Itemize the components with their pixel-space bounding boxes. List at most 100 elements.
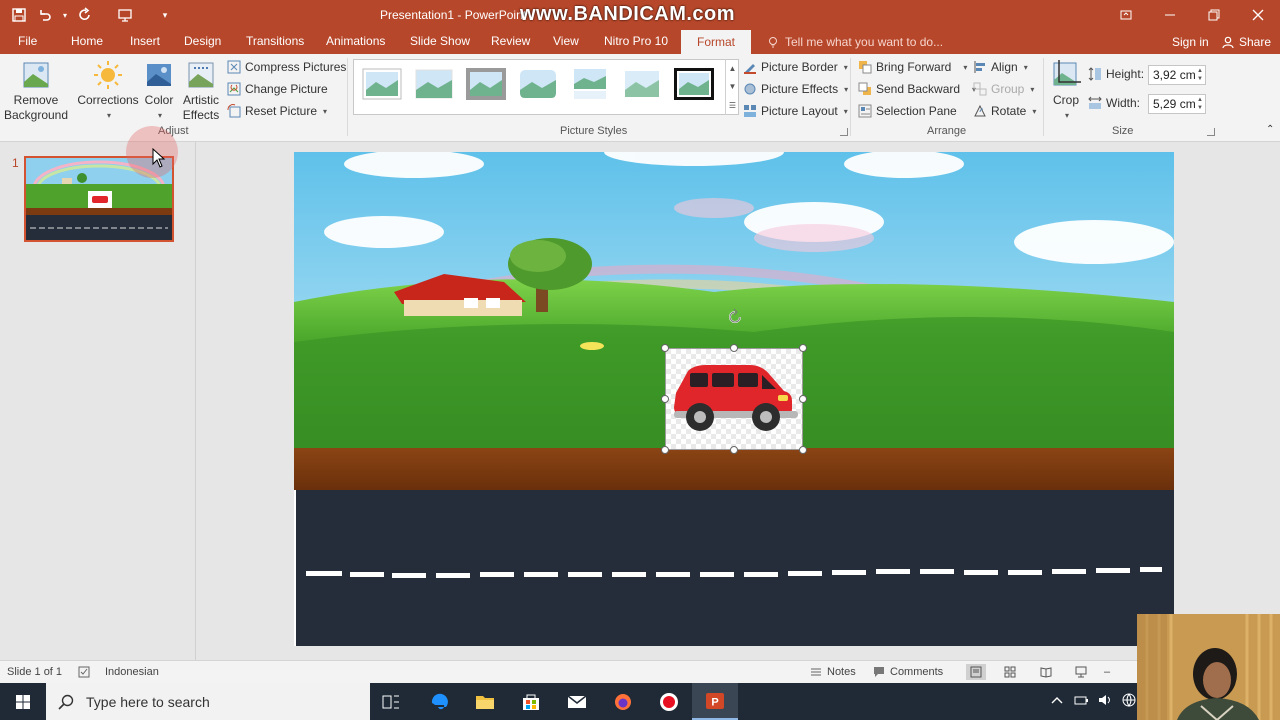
tell-me-box[interactable]: Tell me what you want to do... bbox=[767, 35, 943, 49]
picture-styles-launcher-icon[interactable] bbox=[840, 128, 848, 136]
color-button[interactable]: Color ▾ bbox=[142, 60, 176, 123]
tab-review[interactable]: Review bbox=[491, 34, 530, 48]
style-simple-frame[interactable] bbox=[362, 68, 402, 100]
corrections-button[interactable]: Corrections ▾ bbox=[77, 60, 139, 123]
normal-view-button[interactable] bbox=[966, 664, 986, 680]
tab-transitions[interactable]: Transitions bbox=[246, 34, 304, 48]
undo-icon[interactable] bbox=[34, 4, 56, 26]
compress-pictures-button[interactable]: Compress Pictures bbox=[227, 60, 346, 74]
status-bar: Slide 1 of 1 Indonesian Notes Comments – bbox=[0, 660, 1280, 683]
save-icon[interactable] bbox=[8, 4, 30, 26]
gallery-scroll[interactable]: ▲ ▼ ☰ bbox=[725, 59, 739, 115]
powerpoint-taskbar-icon[interactable]: P bbox=[692, 683, 738, 720]
redo-icon[interactable] bbox=[74, 4, 96, 26]
taskbar-search[interactable]: Type here to search bbox=[46, 683, 370, 720]
slideshow-view-button[interactable] bbox=[1075, 666, 1087, 678]
comments-label: Comments bbox=[890, 666, 944, 678]
picture-layout-caret: ▾ bbox=[843, 106, 848, 116]
align-button[interactable]: Align ▾ bbox=[973, 60, 1028, 74]
task-view-icon[interactable] bbox=[368, 683, 414, 720]
reset-caret[interactable]: ▾ bbox=[323, 107, 327, 116]
width-input[interactable]: 5,29 cm ▲ ▼ bbox=[1148, 94, 1206, 114]
language-indicator[interactable]: Indonesian bbox=[78, 666, 159, 678]
crop-button[interactable]: Crop ▾ bbox=[1049, 60, 1083, 123]
restore-icon[interactable] bbox=[1192, 0, 1236, 30]
network-globe-icon[interactable] bbox=[1122, 693, 1136, 707]
notes-button[interactable]: Notes bbox=[810, 666, 856, 678]
tab-format[interactable]: Format bbox=[681, 30, 752, 54]
resize-handle-l[interactable] bbox=[661, 395, 669, 403]
minimize-icon[interactable] bbox=[1148, 0, 1192, 30]
tab-slide-show[interactable]: Slide Show bbox=[410, 34, 470, 48]
tab-home[interactable]: Home bbox=[71, 34, 103, 48]
gallery-down-icon[interactable]: ▼ bbox=[729, 82, 737, 91]
gallery-more-icon[interactable]: ☰ bbox=[729, 101, 736, 110]
firefox-icon[interactable] bbox=[600, 683, 646, 720]
group-button[interactable]: Group ▾ bbox=[973, 82, 1034, 96]
selected-car-picture[interactable] bbox=[665, 348, 803, 450]
rotate-handle-icon[interactable] bbox=[726, 308, 744, 326]
width-spinner-icon[interactable]: ▲ ▼ bbox=[1197, 96, 1203, 112]
zoom-out-icon[interactable]: – bbox=[1104, 666, 1110, 678]
tray-chevron-icon[interactable] bbox=[1050, 693, 1064, 707]
sign-in-link[interactable]: Sign in bbox=[1172, 35, 1209, 49]
file-explorer-icon[interactable] bbox=[462, 683, 508, 720]
style-thick-matte[interactable] bbox=[466, 68, 506, 100]
reset-picture-button[interactable]: Reset Picture ▾ bbox=[227, 104, 327, 118]
resize-handle-br[interactable] bbox=[799, 446, 807, 454]
picture-layout-button[interactable]: Picture Layout ▾ bbox=[743, 104, 848, 118]
comments-button[interactable]: Comments bbox=[873, 666, 943, 678]
resize-handle-tr[interactable] bbox=[799, 344, 807, 352]
height-spinner-icon[interactable]: ▲ ▼ bbox=[1197, 67, 1203, 83]
ribbon-display-options-icon[interactable] bbox=[1104, 0, 1148, 30]
style-soft-edge[interactable] bbox=[622, 68, 662, 100]
tab-design[interactable]: Design bbox=[184, 34, 221, 48]
style-black-frame[interactable] bbox=[674, 68, 714, 100]
size-launcher-icon[interactable] bbox=[1207, 128, 1215, 136]
style-reflected[interactable] bbox=[570, 68, 610, 100]
style-rounded-edges[interactable] bbox=[518, 68, 558, 100]
edge-browser-icon[interactable] bbox=[416, 683, 462, 720]
store-icon[interactable] bbox=[508, 683, 554, 720]
remove-background-button[interactable]: Remove Background bbox=[4, 60, 68, 123]
change-picture-button[interactable]: Change Picture bbox=[227, 82, 328, 96]
tab-insert[interactable]: Insert bbox=[130, 34, 160, 48]
resize-handle-bl[interactable] bbox=[661, 446, 669, 454]
customize-qat-icon[interactable]: ▾ bbox=[154, 4, 176, 26]
undo-dropdown-icon[interactable]: ▾ bbox=[60, 4, 70, 26]
tab-view[interactable]: View bbox=[553, 34, 579, 48]
bandicam-record-icon[interactable] bbox=[646, 683, 692, 720]
close-icon[interactable] bbox=[1236, 0, 1280, 30]
reading-view-button[interactable] bbox=[1040, 666, 1052, 678]
height-input[interactable]: 3,92 cm ▲ ▼ bbox=[1148, 65, 1206, 85]
resize-handle-t[interactable] bbox=[730, 344, 738, 352]
mail-icon[interactable] bbox=[554, 683, 600, 720]
tab-file[interactable]: File bbox=[18, 34, 37, 48]
start-from-beginning-icon[interactable] bbox=[114, 4, 136, 26]
group-separator bbox=[850, 58, 851, 136]
slide-sorter-button[interactable] bbox=[1004, 666, 1016, 678]
battery-icon[interactable] bbox=[1074, 693, 1088, 707]
share-button[interactable]: Share bbox=[1222, 35, 1271, 49]
picture-border-button[interactable]: Picture Border ▾ bbox=[743, 60, 848, 74]
resize-handle-b[interactable] bbox=[730, 446, 738, 454]
start-button[interactable] bbox=[0, 683, 46, 720]
resize-handle-r[interactable] bbox=[799, 395, 807, 403]
tab-nitro-pro[interactable]: Nitro Pro 10 bbox=[604, 34, 668, 48]
collapse-ribbon-icon[interactable]: ⌃ bbox=[1266, 124, 1274, 135]
style-soft-shadow[interactable] bbox=[414, 68, 454, 100]
windows-taskbar: Type here to search P bbox=[0, 683, 1280, 720]
tab-animations[interactable]: Animations bbox=[326, 34, 385, 48]
gallery-up-icon[interactable]: ▲ bbox=[729, 64, 737, 73]
picture-effects-button[interactable]: Picture Effects ▾ bbox=[743, 82, 848, 96]
bring-forward-caret[interactable]: ▾ bbox=[963, 63, 967, 72]
resize-handle-tl[interactable] bbox=[661, 344, 669, 352]
rotate-button[interactable]: Rotate ▾ bbox=[973, 104, 1036, 118]
artistic-effects-button[interactable]: Artistic Effects bbox=[180, 60, 222, 123]
selection-pane-button[interactable]: Selection Pane bbox=[858, 104, 957, 118]
volume-icon[interactable] bbox=[1098, 693, 1112, 707]
remove-background-icon bbox=[23, 62, 49, 88]
bring-forward-button[interactable]: Bring Forward ▾ bbox=[858, 60, 967, 74]
send-backward-button[interactable]: Send Backward ▾ bbox=[858, 82, 976, 96]
tell-me-text: Tell me what you want to do... bbox=[785, 35, 944, 49]
